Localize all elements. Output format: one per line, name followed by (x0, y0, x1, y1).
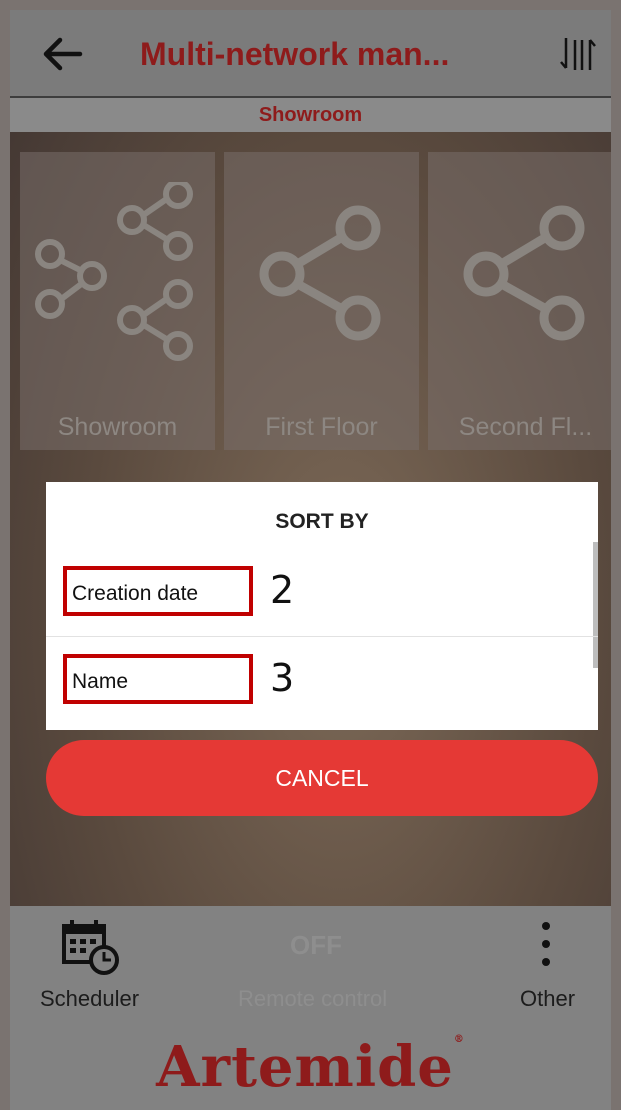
calendar-clock-icon (62, 920, 119, 975)
selected-network-label: Showroom (10, 98, 611, 132)
sort-option-creation-date[interactable]: Creation date 2 (46, 550, 598, 637)
other-button[interactable] (534, 920, 558, 968)
tile-label: First Floor (265, 413, 378, 441)
logo-text: Artemide (156, 1034, 454, 1100)
network-tile-second-floor[interactable]: Second Fl... (428, 152, 611, 450)
remote-control-label[interactable]: Remote control (238, 986, 387, 1012)
bottom-bar: Scheduler OFF Remote control Other Artem… (10, 906, 611, 1110)
other-label[interactable]: Other (520, 986, 575, 1012)
tile-label: Second Fl... (458, 413, 593, 441)
network-tile-showroom[interactable]: Showroom (20, 152, 215, 450)
tile-label: Showroom (57, 413, 178, 441)
sort-dialog: SORT BY Creation date 2 Name 3 (46, 482, 598, 730)
scheduler-button[interactable] (60, 918, 124, 976)
app-screen: Multi-network man... Showroom Showroom F… (10, 10, 611, 1110)
option-label: Name (72, 670, 129, 693)
share-network-icon (259, 205, 381, 341)
more-vertical-icon (542, 922, 550, 966)
scheduler-label[interactable]: Scheduler (40, 986, 139, 1012)
network-tile-first-floor[interactable]: First Floor (224, 152, 419, 450)
sort-option-name[interactable]: Name 3 (46, 638, 598, 724)
page-title: Multi-network man... (140, 36, 450, 72)
sort-icon (560, 38, 596, 70)
option-label: Creation date (72, 582, 199, 605)
sort-button[interactable] (558, 34, 598, 74)
dialog-title: SORT BY (275, 510, 369, 533)
share-network-icon (463, 205, 585, 341)
registered-mark: ® (453, 1034, 465, 1045)
multi-network-icon (35, 182, 193, 361)
back-button[interactable] (40, 32, 84, 76)
cancel-button[interactable]: CANCEL (46, 740, 598, 816)
artemide-logo: Artemide® (10, 1034, 611, 1100)
annotation-number: 2 (270, 568, 295, 612)
off-status[interactable]: OFF (290, 930, 342, 961)
top-app-bar: Multi-network man... (10, 10, 611, 98)
annotation-number: 3 (270, 656, 295, 700)
back-arrow-icon (43, 37, 83, 71)
